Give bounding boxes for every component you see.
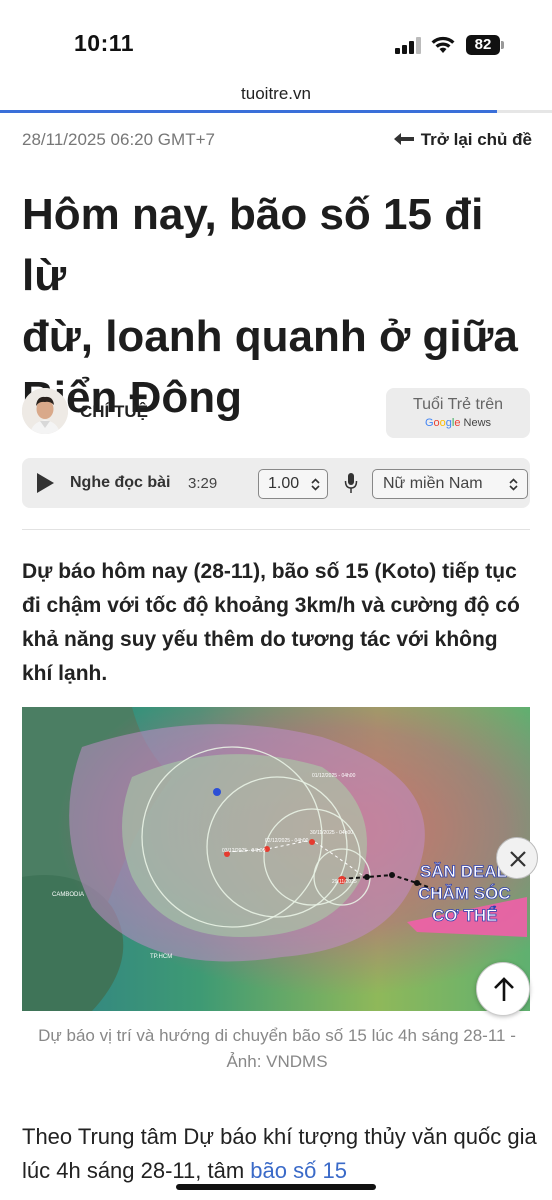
play-icon[interactable] xyxy=(37,473,54,493)
arrow-left-icon xyxy=(393,133,414,145)
article-body-paragraph: Theo Trung tâm Dự báo khí tượng thủy văn… xyxy=(22,1120,542,1188)
divider xyxy=(22,529,530,530)
author-avatar[interactable] xyxy=(22,388,68,434)
address-bar[interactable]: tuoitre.vn xyxy=(0,84,552,110)
news-word: News xyxy=(463,417,492,429)
wifi-icon xyxy=(431,36,455,53)
battery-icon: 82 xyxy=(466,35,504,55)
microphone-icon xyxy=(344,473,358,493)
audio-player: Nghe đọc bài 3:29 1.00 Nữ miền Nam xyxy=(22,458,530,508)
voice-select[interactable]: Nữ miền Nam xyxy=(372,469,528,499)
forecast-label: 03/12/2025 - 04h00 xyxy=(222,848,266,854)
map-label-hcm: TP.HCM xyxy=(150,954,172,960)
ad-text: CƠ THỂ xyxy=(432,906,498,925)
ad-text: CHĂM SÓC xyxy=(418,884,511,903)
speed-value: 1.00 xyxy=(268,475,300,492)
progress-fill xyxy=(0,110,497,113)
article-meta: 28/11/2025 06:20 GMT+7 Trở lại chủ đề xyxy=(22,130,532,154)
chevron-updown-icon xyxy=(509,478,518,491)
map-label-cambodia: CAMBODIA xyxy=(52,892,84,898)
home-indicator[interactable] xyxy=(176,1184,376,1190)
image-caption: Dự báo vị trí và hướng di chuyển bão số … xyxy=(38,1026,516,1071)
google-news-follow-button[interactable]: Tuổi Trẻ trên Google News xyxy=(386,388,530,438)
ad-text: SĂN DEAL xyxy=(420,862,507,881)
clock: 10:11 xyxy=(74,30,135,56)
google-wordmark: Google xyxy=(424,417,461,429)
author-name[interactable]: CHÍ TUỆ xyxy=(80,402,148,422)
listen-label[interactable]: Nghe đọc bài xyxy=(70,474,170,492)
arrow-up-icon xyxy=(494,977,514,1001)
battery-level: 82 xyxy=(466,35,500,55)
headline-line: đừ, loanh quanh ở giữa xyxy=(22,312,518,361)
close-ad-button[interactable] xyxy=(496,837,538,879)
google-news-label: Tuổi Trẻ trên xyxy=(412,396,504,413)
playback-speed-select[interactable]: 1.00 xyxy=(258,469,328,499)
audio-duration: 3:29 xyxy=(188,475,218,492)
storm-link[interactable]: bão số 15 xyxy=(250,1158,347,1183)
forecast-label: 02/12/2025 - 04h00 xyxy=(265,838,309,844)
status-bar: 10:11 82 xyxy=(0,0,552,84)
google-news-logo: Google News xyxy=(386,414,530,429)
storm-forecast-map[interactable]: CAMBODIA TP.HCM 03/12/2025 - 04h00 02/12… xyxy=(22,707,530,1011)
forecast-label: 29/11/2025 xyxy=(332,879,357,885)
headline-line: Hôm nay, bão số 15 đi lừ xyxy=(22,190,484,300)
close-icon xyxy=(510,851,526,867)
voice-value: Nữ miền Nam xyxy=(383,475,483,492)
cellular-signal-icon xyxy=(395,37,423,54)
scroll-to-top-button[interactable] xyxy=(476,962,530,1016)
page-load-progress xyxy=(0,110,552,113)
back-to-topic-link[interactable]: Trở lại chủ đề xyxy=(393,130,532,150)
back-to-topic-label: Trở lại chủ đề xyxy=(420,130,532,149)
forecast-label: 01/12/2025 - 04h00 xyxy=(312,773,356,779)
publish-date: 28/11/2025 06:20 GMT+7 xyxy=(22,130,215,149)
article-lead: Dự báo hôm nay (28-11), bão số 15 (Koto)… xyxy=(22,560,520,685)
forecast-label: 30/11/2025 - 04h00 xyxy=(310,830,353,836)
chevron-updown-icon xyxy=(311,478,320,491)
